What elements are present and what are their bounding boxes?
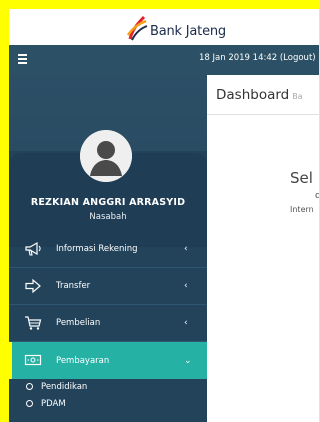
circle-icon [26,400,33,407]
app-window: Bank Jateng 18 Jan 2019 14:42 (Logout) R… [9,9,319,422]
welcome-caption: Intern [290,205,314,214]
sidebar-item-pembayaran[interactable]: Pembayaran ⌄ [9,342,207,379]
submenu-item-pdam[interactable]: PDAM [9,395,207,412]
chevron-left-icon: ‹ [184,244,188,254]
user-silhouette-icon [80,130,132,182]
bank-jateng-logo-icon [126,15,148,41]
submenu-item-pendidikan[interactable]: Pendidikan [9,378,207,395]
top-bar: 18 Jan 2019 14:42 (Logout) [9,45,319,75]
dashboard-content: Sel d Intern [207,115,319,422]
welcome-subtext: d [315,191,319,201]
sidebar-item-pembelian[interactable]: Pembelian ‹ [9,305,207,342]
money-icon [24,354,42,366]
chevron-left-icon: ‹ [184,318,188,328]
sidebar-menu: Informasi Rekening ‹ Transfer ‹ Pembelia… [9,231,207,379]
session-logout-link[interactable]: 18 Jan 2019 14:42 (Logout) [199,53,316,63]
sidebar-item-label: Pembayaran [56,355,110,366]
cart-icon [25,316,42,330]
arrow-right-icon [25,278,41,294]
profile-role: Nasabah [89,212,127,222]
hamburger-icon[interactable] [18,54,28,66]
sidebar-item-label: Informasi Rekening [56,244,138,254]
page-title: Dashboard Ba [216,87,303,103]
sidebar-item-label: Pembelian [56,318,101,328]
chevron-left-icon: ‹ [184,281,188,291]
sidebar-item-informasi-rekening[interactable]: Informasi Rekening ‹ [9,231,207,268]
sidebar: REZKIAN ANGGRI ARRASYID Nasabah Informas… [9,75,207,422]
bank-logo[interactable]: Bank Jateng [126,13,226,41]
page-header: Dashboard Ba [207,75,319,115]
submenu-item-label: PDAM [41,398,66,409]
avatar [80,130,132,182]
submenu-item-label: Pendidikan [41,381,88,392]
welcome-heading: Sel [290,169,313,187]
chevron-down-icon: ⌄ [184,355,192,366]
circle-icon [26,383,33,390]
sidebar-item-label: Transfer [56,281,91,291]
page-subtitle: Ba [292,92,303,101]
submenu-list: Pendidikan PDAM [9,378,207,412]
megaphone-icon [25,241,41,256]
page-title-text: Dashboard [216,87,290,103]
main-area: Dashboard Ba Sel d Intern [207,75,319,422]
brand-name: Bank Jateng [150,24,226,39]
profile-name: REZKIAN ANGGRI ARRASYID [30,197,186,208]
sidebar-item-transfer[interactable]: Transfer ‹ [9,268,207,305]
brand-bar: Bank Jateng [9,9,319,45]
